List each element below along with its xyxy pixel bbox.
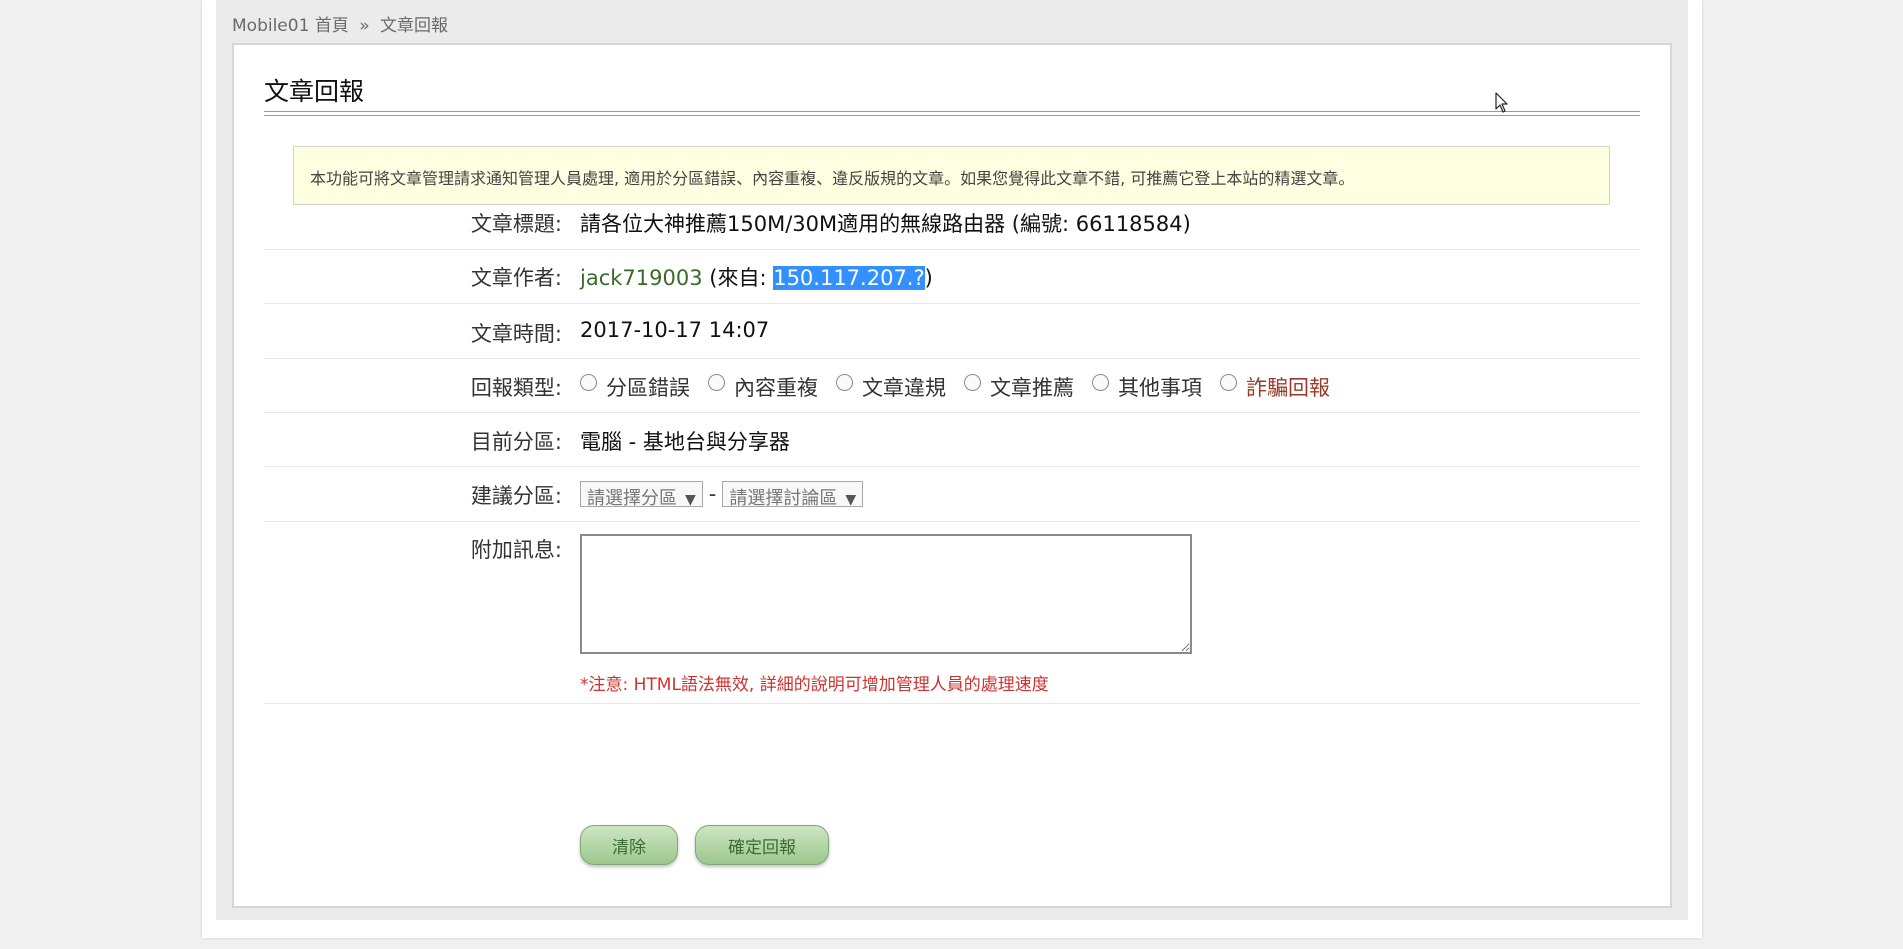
message-textarea[interactable] — [580, 534, 1192, 654]
article-author-row: 文章作者: jack719003 (來自: 150.117.207.?) — [264, 250, 1640, 304]
author-from-suffix: ) — [924, 266, 933, 290]
current-forum-value: 電腦 - 基地台與分享器 — [580, 430, 790, 454]
radio-icon[interactable] — [964, 373, 981, 391]
page-title: 文章回報 — [264, 77, 365, 106]
report-card: 文章回報 本功能可將文章管理請求通知管理人員處理, 適用於分區錯誤、內容重複、違… — [232, 43, 1672, 908]
article-title-value: 請各位大神推薦150M/30M適用的無線路由器 (編號: 66118584) — [580, 212, 1191, 236]
mouse-cursor-icon — [1495, 92, 1508, 113]
current-forum-label: 目前分區: — [470, 430, 562, 454]
message-row: 附加訊息: *注意: HTML語法無效, 詳細的說明可增加管理人員的處理速度 — [264, 522, 1640, 704]
breadcrumb-site[interactable]: Mobile01 — [232, 16, 309, 36]
report-type-option-3[interactable]: 文章推薦 — [964, 372, 1074, 402]
current-forum-row: 目前分區: 電腦 - 基地台與分享器 — [264, 413, 1640, 467]
article-time-row: 文章時間: 2017-10-17 14:07 — [264, 304, 1640, 359]
article-author-label: 文章作者: — [470, 266, 562, 290]
report-type-label: 回報類型: — [470, 376, 562, 400]
page-shell: Mobile01 首頁 » 文章回報 文章回報 本功能可將文章管理請求通知管理人… — [202, 0, 1702, 938]
dropdown-arrow-icon: ▼ — [685, 492, 696, 508]
page-content: Mobile01 首頁 » 文章回報 文章回報 本功能可將文章管理請求通知管理人… — [216, 0, 1688, 920]
dropdown-arrow-icon: ▼ — [845, 492, 857, 508]
breadcrumb: Mobile01 首頁 » 文章回報 — [232, 11, 448, 36]
report-type-option-0[interactable]: 分區錯誤 — [580, 372, 690, 402]
clear-button[interactable]: 清除 — [580, 825, 678, 865]
radio-icon[interactable] — [708, 373, 725, 391]
forum-category-select[interactable]: 請選擇分區 ▼ — [580, 481, 703, 509]
author-link[interactable]: jack719003 — [580, 266, 703, 290]
author-from-prefix: (來自: — [702, 266, 774, 290]
author-ip: 150.117.207.? — [773, 266, 925, 290]
report-type-option-1[interactable]: 內容重複 — [708, 372, 818, 402]
report-type-row: 回報類型: 分區錯誤 內容重複 文章違規 文章推薦 其他事項 詐騙回報 — [264, 359, 1640, 413]
breadcrumb-home[interactable]: 首頁 — [315, 16, 349, 36]
breadcrumb-separator: » — [359, 16, 370, 36]
breadcrumb-current: 文章回報 — [380, 16, 449, 36]
radio-icon[interactable] — [1092, 373, 1109, 391]
report-type-option-5[interactable]: 詐騙回報 — [1220, 372, 1330, 402]
report-type-option-2[interactable]: 文章違規 — [836, 372, 946, 402]
suggest-forum-label: 建議分區: — [470, 484, 562, 508]
select-dash: - — [708, 482, 717, 506]
message-label: 附加訊息: — [470, 538, 562, 562]
submit-report-button[interactable]: 確定回報 — [695, 825, 829, 865]
radio-icon[interactable] — [580, 373, 597, 391]
suggest-forum-row: 建議分區: 請選擇分區 ▼ - 請選擇討論區 ▼ — [264, 467, 1640, 522]
suggest-forum-selects: 請選擇分區 ▼ - 請選擇討論區 ▼ — [580, 481, 864, 509]
article-title-label: 文章標題: — [470, 212, 562, 236]
article-time-label: 文章時間: — [470, 322, 562, 346]
report-type-option-4[interactable]: 其他事項 — [1092, 372, 1202, 402]
report-type-options: 分區錯誤 內容重複 文章違規 文章推薦 其他事項 詐騙回報 — [580, 372, 1348, 402]
article-author-value: jack719003 (來自: 150.117.207.?) — [580, 262, 933, 292]
radio-icon[interactable] — [836, 373, 853, 391]
html-note: *注意: HTML語法無效, 詳細的說明可增加管理人員的處理速度 — [580, 675, 1049, 695]
article-title-row: 文章標題: 請各位大神推薦150M/30M適用的無線路由器 (編號: 66118… — [264, 196, 1640, 250]
article-time-value: 2017-10-17 14:07 — [580, 318, 770, 342]
radio-icon[interactable] — [1220, 373, 1237, 391]
forum-board-select[interactable]: 請選擇討論區 ▼ — [722, 481, 864, 509]
title-divider — [264, 111, 1640, 116]
